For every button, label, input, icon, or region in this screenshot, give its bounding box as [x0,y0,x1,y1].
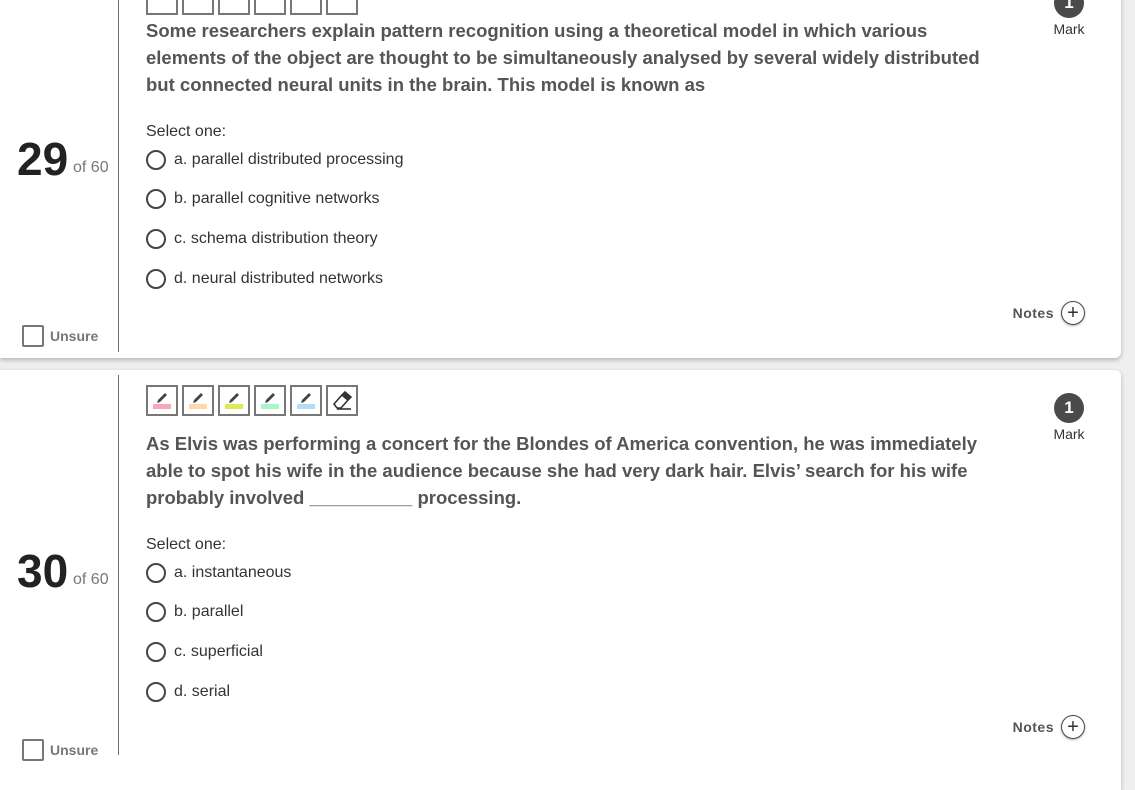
highlighter-yellow-button[interactable] [218,0,250,15]
mark-badge: 1 [1054,0,1084,18]
option-label: c. superficial [174,643,263,660]
answer-option-c[interactable]: c. schema distribution theory [146,219,1006,259]
pencil-icon [193,393,203,403]
radio-button[interactable] [146,682,166,702]
option-label: b. parallel cognitive networks [174,190,380,207]
notes-label: Notes [1012,305,1054,321]
unsure-label: Unsure [50,328,99,344]
question-text: Some researchers explain pattern recogni… [146,20,980,95]
question-info-panel: 30 of 60 Unsure [0,375,119,761]
highlighter-orange-button[interactable] [182,385,214,416]
mark-label: Mark [1053,426,1085,442]
radio-button[interactable] [146,189,166,209]
radio-button[interactable] [146,150,166,170]
notes-label: Notes [1012,719,1054,735]
answer-option-d[interactable]: d. serial [146,672,1006,712]
answer-option-a[interactable]: a. instantaneous [146,554,1006,592]
question-total: of 60 [73,571,109,588]
color-swatch [297,404,315,409]
question-number: 29 [17,133,69,185]
option-label: a. instantaneous [174,564,292,581]
option-label: b. parallel [174,603,244,620]
checkbox-box[interactable] [22,325,44,347]
option-label: d. neural distributed networks [174,270,383,287]
eraser-button[interactable] [326,385,358,416]
checkbox-box[interactable] [22,739,44,761]
radio-button[interactable] [146,229,166,249]
option-label: a. parallel distributed processing [174,151,404,168]
select-one-label: Select one: [146,536,227,553]
select-one-label: Select one: [146,123,227,140]
answer-option-b[interactable]: b. parallel cognitive networks [146,179,1006,219]
radio-button[interactable] [146,602,166,622]
mark-badge: 1 [1054,393,1084,423]
answer-options: a. instantaneous b. parallel c. superfic… [146,554,1006,712]
pencil-icon [229,393,239,403]
eraser-icon [332,391,353,410]
plus-icon[interactable]: + [1061,301,1085,325]
color-swatch [225,404,243,409]
notes-button[interactable]: Notes + [1013,715,1085,739]
question-card-29: 29 of 60 Unsure 1 Mark Some researchers … [0,0,1121,358]
highlighter-blue-button[interactable] [290,0,322,15]
question-content: Some researchers explain pattern recogni… [146,17,1006,299]
question-card-30: 30 of 60 Unsure 1 Mark As Elvis was perf… [0,370,1121,790]
highlighter-blue-button[interactable] [290,385,322,416]
mark-label: Mark [1053,21,1085,37]
answer-options: a. parallel distributed processing b. pa… [146,141,1006,299]
highlighter-pink-button[interactable] [146,385,178,416]
pencil-icon [265,393,275,403]
question-content: As Elvis was performing a concert for th… [146,430,1006,712]
option-label: c. schema distribution theory [174,230,378,247]
answer-option-c[interactable]: c. superficial [146,632,1006,672]
radio-button[interactable] [146,563,166,583]
highlighter-green-button[interactable] [254,0,286,15]
highlighter-pink-button[interactable] [146,0,178,15]
highlighter-toolbar [146,0,358,15]
question-text: As Elvis was performing a concert for th… [146,433,978,508]
pencil-icon [157,393,167,403]
highlighter-orange-button[interactable] [182,0,214,15]
color-swatch [261,404,279,409]
highlighter-yellow-button[interactable] [218,385,250,416]
notes-button[interactable]: Notes + [1013,301,1085,325]
answer-option-b[interactable]: b. parallel [146,592,1006,632]
answer-option-d[interactable]: d. neural distributed networks [146,259,1006,299]
plus-icon[interactable]: + [1061,715,1085,739]
highlighter-toolbar [146,385,358,416]
unsure-checkbox[interactable]: Unsure [22,739,98,761]
color-swatch [189,404,207,409]
mark-indicator: 1 Mark [1039,393,1099,442]
eraser-button[interactable] [326,0,358,15]
pencil-icon [301,393,311,403]
question-number: 30 [17,545,69,597]
color-swatch [153,404,171,409]
unsure-checkbox[interactable]: Unsure [22,325,98,347]
radio-button[interactable] [146,269,166,289]
highlighter-green-button[interactable] [254,385,286,416]
unsure-label: Unsure [50,742,99,758]
radio-button[interactable] [146,642,166,662]
question-total: of 60 [73,159,109,176]
answer-option-a[interactable]: a. parallel distributed processing [146,141,1006,179]
mark-indicator: 1 Mark [1039,0,1099,37]
question-info-panel: 29 of 60 Unsure [0,0,119,352]
option-label: d. serial [174,683,231,700]
